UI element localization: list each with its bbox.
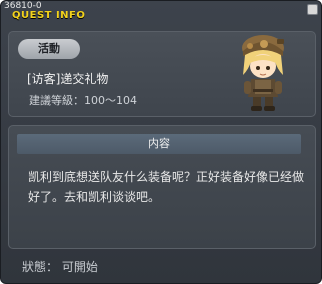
recommended-level: 建議等級：100～104: [29, 94, 137, 107]
content-header: 内容: [17, 134, 301, 154]
close-button[interactable]: [307, 4, 318, 15]
category-badge: 活動: [18, 39, 80, 59]
npc-portrait-icon: [242, 35, 284, 111]
quest-info-window: 36810-0 QUEST INFO 活動 [访客]递交礼物 建議等級：100～…: [0, 0, 322, 284]
quest-status: 狀態： 可開始: [22, 260, 98, 274]
quest-name: [访客]递交礼物: [27, 72, 109, 86]
window-title: QUEST INFO: [12, 10, 86, 21]
quest-description: 凯利到底想送队友什么装备呢？正好装备好像已经做好了。去和凯利谈谈吧。: [28, 170, 305, 204]
